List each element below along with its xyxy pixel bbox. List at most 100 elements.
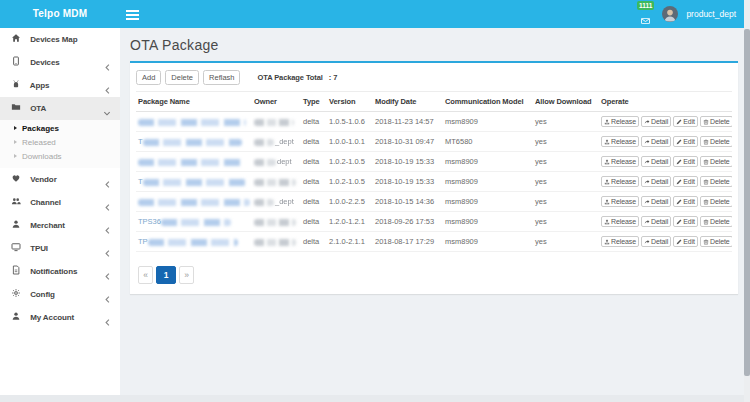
detail-button[interactable]: Detail — [641, 156, 671, 167]
delete-row-button[interactable]: Delete — [700, 216, 732, 227]
chevron-left-icon — [104, 313, 111, 336]
edit-button[interactable]: Edit — [673, 136, 698, 147]
release-button[interactable]: Release — [601, 156, 639, 167]
redacted-owner — [254, 179, 296, 186]
user-icon — [11, 307, 22, 330]
col-allow-download: Allow Download — [533, 92, 599, 112]
ota-submenu: Packages Released Downloads — [0, 120, 120, 168]
detail-button[interactable]: Detail — [641, 216, 671, 227]
delete-row-button[interactable]: Delete — [700, 136, 732, 147]
type-cell: delta — [301, 212, 327, 232]
type-cell: delta — [301, 192, 327, 212]
table-row[interactable]: T _dept delta 1.0.0-1.0.1 2018-10-31 09:… — [136, 132, 732, 152]
redacted-owner — [254, 119, 294, 126]
operate-cell: ReleaseDetailEditDelete — [599, 212, 732, 232]
main-content: OTA Package Add Delete Reflash OTA Packa… — [120, 28, 744, 402]
sidebar-item-devices-map[interactable]: Devices Map — [0, 28, 120, 51]
version-cell: 1.2.0-1.2.1 — [327, 212, 373, 232]
envelope-icon — [641, 10, 650, 28]
delete-row-button[interactable]: Delete — [700, 176, 732, 187]
redacted-package-name — [148, 239, 238, 246]
release-button[interactable]: Release — [601, 116, 639, 127]
messages-indicator[interactable]: 1111 — [637, 1, 654, 28]
sidebar-toggle-icon[interactable] — [126, 10, 140, 21]
table-row[interactable]: TP delta 2.1.0-2.1.1 2018-08-17 17:29 ms… — [136, 232, 732, 252]
release-button[interactable]: Release — [601, 216, 639, 227]
version-cell: 1.0.5-1.0.6 — [327, 112, 373, 132]
table-row[interactable]: TPS36 delta 1.2.0-1.2.1 2018-09-26 17:53… — [136, 212, 732, 232]
message-count-badge: 1111 — [637, 1, 654, 10]
operate-cell: ReleaseDetailEditDelete — [599, 172, 732, 192]
delete-row-button[interactable]: Delete — [700, 196, 732, 207]
edit-button[interactable]: Edit — [673, 156, 698, 167]
package-name: TP — [138, 237, 148, 246]
table-row[interactable]: _dept delta 1.0.0-2.2.5 2018-10-15 14:36… — [136, 192, 732, 212]
prev-page-button[interactable]: « — [138, 266, 153, 284]
delete-row-button[interactable]: Delete — [700, 116, 732, 127]
release-button[interactable]: Release — [601, 236, 639, 247]
sidebar-item-config[interactable]: Config — [0, 283, 120, 306]
vertical-scrollbar-thumb[interactable] — [744, 29, 750, 376]
page-1-button[interactable]: 1 — [156, 266, 176, 284]
type-cell: delta — [301, 152, 327, 172]
detail-button[interactable]: Detail — [641, 236, 671, 247]
horizontal-scrollbar-track[interactable] — [0, 395, 744, 402]
total-count-label: OTA Package Total: 7 — [257, 73, 337, 82]
detail-button[interactable]: Detail — [641, 136, 671, 147]
redacted-package-name — [138, 159, 244, 166]
user-icon — [11, 215, 22, 238]
add-button[interactable]: Add — [136, 70, 161, 85]
version-cell: 1.0.0-1.0.1 — [327, 132, 373, 152]
sidebar-item-channel[interactable]: Channel — [0, 191, 120, 214]
table-row[interactable]: T delta 1.0.2-1.0.5 2018-10-19 15:33 msm… — [136, 172, 732, 192]
sidebar-item-apps[interactable]: Apps — [0, 74, 120, 97]
sidebar-item-notifications[interactable]: Notifications — [0, 260, 120, 283]
type-cell: delta — [301, 172, 327, 192]
reflash-button[interactable]: Reflash — [203, 70, 240, 85]
delete-row-button[interactable]: Delete — [700, 156, 732, 167]
modify-date-cell: 2018-10-19 15:33 — [373, 172, 443, 192]
col-package-name: Package Name — [136, 92, 252, 112]
package-name: T — [138, 137, 143, 146]
edit-button[interactable]: Edit — [673, 116, 698, 127]
sidebar-item-tpui[interactable]: TPUI — [0, 237, 120, 260]
table-row[interactable]: delta 1.0.5-1.0.6 2018-11-23 14:57 msm89… — [136, 112, 732, 132]
next-page-button[interactable]: » — [179, 266, 194, 284]
user-avatar[interactable] — [662, 6, 678, 22]
edit-button[interactable]: Edit — [673, 176, 698, 187]
edit-button[interactable]: Edit — [673, 216, 698, 227]
sidebar-item-downloads[interactable]: Downloads — [0, 150, 120, 164]
release-button[interactable]: Release — [601, 176, 639, 187]
redacted-owner — [254, 219, 296, 226]
version-cell: 1.0.0-2.2.5 — [327, 192, 373, 212]
detail-button[interactable]: Detail — [641, 176, 671, 187]
edit-button[interactable]: Edit — [673, 196, 698, 207]
detail-button[interactable]: Detail — [641, 116, 671, 127]
monitor-icon — [11, 238, 22, 261]
col-version: Version — [327, 92, 373, 112]
table-row[interactable]: dept delta 1.0.2-1.0.5 2018-10-19 15:33 … — [136, 152, 732, 172]
sidebar-item-ota[interactable]: OTA — [0, 97, 120, 120]
folder-icon — [11, 98, 22, 121]
model-cell: msm8909 — [443, 112, 533, 132]
sidebar-item-released[interactable]: Released — [0, 136, 120, 150]
delete-row-button[interactable]: Delete — [700, 236, 732, 247]
delete-button[interactable]: Delete — [165, 70, 199, 85]
modify-date-cell: 2018-10-31 09:47 — [373, 132, 443, 152]
current-user-label[interactable]: product_dept — [686, 9, 736, 19]
redacted-package-name — [138, 199, 250, 206]
brand-logo[interactable]: Telpo MDM — [0, 0, 120, 28]
model-cell: MT6580 — [443, 132, 533, 152]
sidebar-item-my-account[interactable]: My Account — [0, 306, 120, 329]
release-button[interactable]: Release — [601, 196, 639, 207]
sidebar-item-packages[interactable]: Packages — [0, 122, 120, 136]
release-button[interactable]: Release — [601, 136, 639, 147]
package-name: TPS36 — [138, 217, 161, 226]
modify-date-cell: 2018-11-23 14:57 — [373, 112, 443, 132]
edit-button[interactable]: Edit — [673, 236, 698, 247]
detail-button[interactable]: Detail — [641, 196, 671, 207]
vertical-scrollbar-track[interactable] — [744, 0, 750, 402]
sidebar-item-vendor[interactable]: Vendor — [0, 168, 120, 191]
sidebar-item-merchant[interactable]: Merchant — [0, 214, 120, 237]
sidebar-item-devices[interactable]: Devices — [0, 51, 120, 74]
